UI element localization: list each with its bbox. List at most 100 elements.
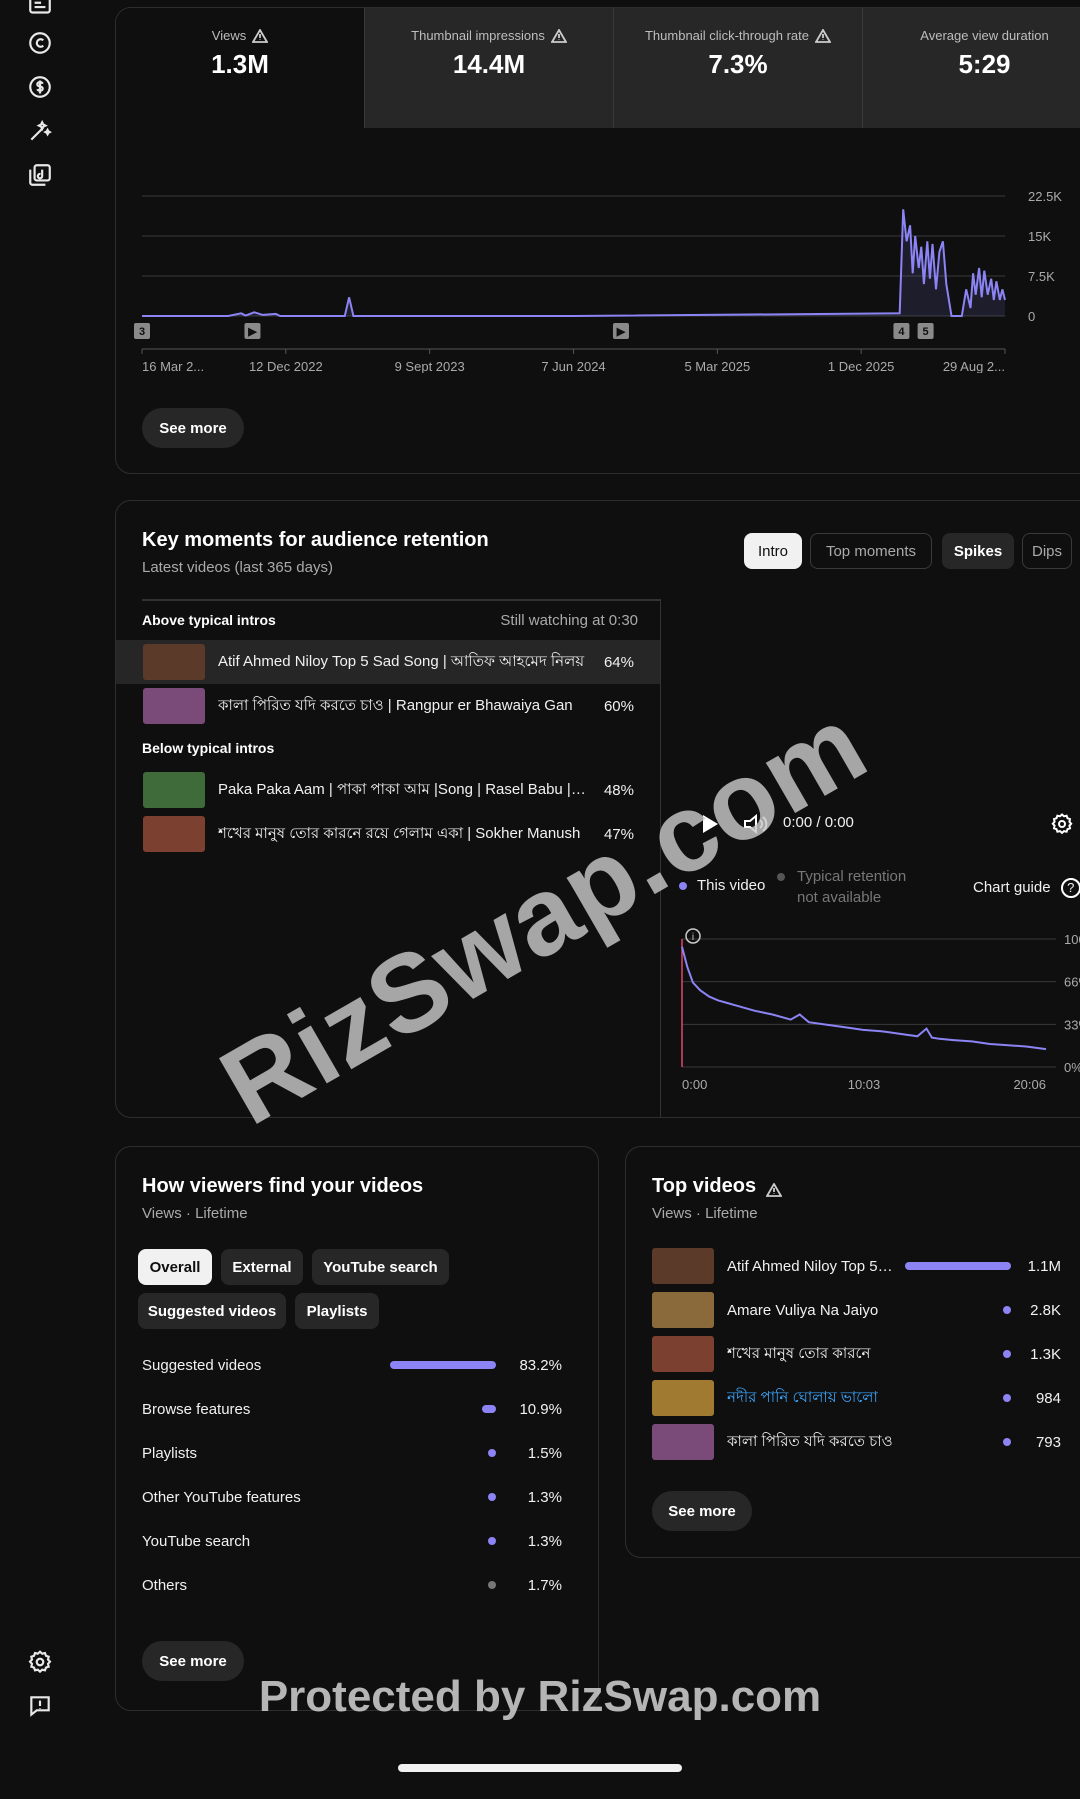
retention-row[interactable]: Atif Ahmed Niloy Top 5 Sad Song | আতিফ আ… (116, 640, 660, 684)
video-bar-track (893, 1350, 1011, 1358)
chip-dips[interactable]: Dips (1022, 533, 1072, 569)
audio-library-icon[interactable] (26, 161, 54, 189)
metric-label: Thumbnail click-through rate (644, 28, 810, 43)
warning-icon (814, 27, 832, 43)
timeline-marker-label: ▶ (247, 326, 257, 338)
left-navigation-rail (0, 0, 80, 1799)
metric-label: Thumbnail impressions (411, 28, 545, 43)
copyright-icon[interactable] (26, 29, 54, 57)
traffic-sources-card: How viewers find your videos Views · Lif… (115, 1146, 599, 1711)
feedback-icon[interactable] (26, 1692, 54, 1720)
video-title: কালা পিরিত যদি করতে চাও (727, 1432, 893, 1450)
legend-this-video: This video (679, 877, 765, 894)
video-thumbnail (652, 1380, 714, 1416)
chip-youtube-search[interactable]: YouTube search (312, 1249, 449, 1285)
legend-dot (777, 873, 785, 881)
chip-suggested-videos[interactable]: Suggested videos (138, 1293, 286, 1329)
legend-dot (679, 882, 687, 891)
legend-label: Typical retention not available (797, 868, 907, 906)
metric-value: 7.3% (708, 49, 768, 79)
video-views-bar (1003, 1350, 1011, 1358)
traffic-source-row[interactable]: Others 1.7% (142, 1570, 562, 1600)
video-thumbnail (143, 816, 205, 852)
x-tick-label: 0:00 (682, 1077, 707, 1092)
customization-icon[interactable] (26, 117, 54, 145)
see-more-button[interactable]: See more (142, 408, 244, 448)
player-settings-icon[interactable] (1050, 812, 1074, 836)
top-video-row[interactable]: কালা পিরিত যদি করতে চাও 793 (652, 1422, 1080, 1462)
metric-tab-views[interactable]: Views 1.3M (116, 8, 365, 128)
play-icon[interactable] (700, 813, 720, 835)
traffic-source-value: 1.3% (527, 1532, 562, 1550)
traffic-source-value: 1.5% (527, 1444, 562, 1462)
settings-icon[interactable] (26, 1648, 54, 1676)
video-views-bar (1003, 1394, 1011, 1402)
retention-pct: 48% (603, 781, 634, 799)
y-tick-label: 100% (1064, 932, 1080, 947)
video-bar-track (893, 1438, 1011, 1446)
traffic-source-row[interactable]: YouTube search 1.3% (142, 1526, 562, 1556)
home-indicator (398, 1764, 682, 1772)
video-views-value: 1.1M (1027, 1257, 1061, 1275)
metric-value: 1.3M (211, 49, 269, 79)
traffic-source-label: Playlists (142, 1444, 198, 1462)
metric-value: 5:29 (958, 49, 1011, 79)
earn-icon[interactable] (26, 73, 54, 101)
volume-icon[interactable] (742, 812, 768, 836)
retention-row[interactable]: কালা পিরিত যদি করতে চাও | Rangpur er Bha… (116, 684, 660, 728)
overview-card: Views 1.3M Thumbnail impressions 14.4M T… (115, 7, 1080, 474)
chip-top-moments[interactable]: Top moments (810, 533, 932, 569)
content-icon[interactable] (26, 0, 54, 20)
x-tick-label: 10:03 (848, 1077, 881, 1092)
timeline-marker-label: 5 (923, 326, 929, 338)
metric-tab-avg-duration[interactable]: Average view duration 5:29 (863, 8, 1080, 128)
y-tick-label: 22.5K (1028, 189, 1062, 204)
y-tick-label: 7.5K (1028, 269, 1055, 284)
traffic-source-value: 1.7% (527, 1576, 562, 1594)
top-video-row[interactable]: Atif Ahmed Niloy Top 5 Sad Song 1.1M (652, 1246, 1080, 1286)
top-video-row[interactable]: Amare Vuliya Na Jaiyo 2.8K (652, 1290, 1080, 1330)
x-tick-label: 29 Aug 2... (943, 359, 1005, 373)
retention-row[interactable]: Paka Paka Aam | পাকা পাকা আম |Song | Ras… (116, 768, 660, 812)
video-title: Atif Ahmed Niloy Top 5 Sad Song | আতিফ আ… (218, 652, 585, 670)
video-thumbnail (143, 772, 205, 808)
traffic-source-bar (488, 1581, 496, 1589)
views-line (142, 209, 1006, 317)
retention-row[interactable]: শখের মানুষ তোর কারনে রয়ে গেলাম একা | So… (116, 812, 660, 856)
metric-tab-ctr[interactable]: Thumbnail click-through rate 7.3% (614, 8, 863, 128)
traffic-source-value: 1.3% (527, 1488, 562, 1506)
video-title: নদীর পানি ঘোলায় ভালো (727, 1388, 878, 1406)
see-more-button[interactable]: See more (652, 1491, 752, 1531)
x-tick-label: 16 Mar 2... (142, 359, 204, 373)
traffic-source-row[interactable]: Suggested videos 83.2% (142, 1350, 562, 1380)
traffic-source-label: Others (142, 1576, 188, 1594)
chip-overall[interactable]: Overall (138, 1249, 212, 1285)
video-views-value: 1.3K (1030, 1345, 1061, 1363)
see-more-button[interactable]: See more (142, 1641, 244, 1681)
card-title: Top videos (652, 1175, 757, 1197)
timeline-marker-label: 4 (898, 326, 905, 338)
x-tick-label: 5 Mar 2025 (684, 359, 750, 373)
retention-card: Key moments for audience retention Lates… (115, 500, 1080, 1118)
traffic-source-row[interactable]: Other YouTube features 1.3% (142, 1482, 562, 1512)
metric-tab-impressions[interactable]: Thumbnail impressions 14.4M (365, 8, 614, 128)
traffic-source-row[interactable]: Browse features 10.9% (142, 1394, 562, 1424)
chip-intro[interactable]: Intro (744, 533, 802, 569)
traffic-source-row[interactable]: Playlists 1.5% (142, 1438, 562, 1468)
traffic-source-bar (482, 1405, 496, 1413)
video-thumbnail (652, 1336, 714, 1372)
top-video-row[interactable]: শখের মানুষ তোর কারনে 1.3K (652, 1334, 1080, 1374)
still-watching-label: Still watching at 0:30 (500, 612, 638, 629)
y-tick-label: 15K (1028, 229, 1051, 244)
video-thumbnail (652, 1424, 714, 1460)
video-title: শখের মানুষ তোর কারনে (727, 1344, 871, 1362)
chip-spikes[interactable]: Spikes (942, 533, 1014, 569)
chart-guide-link[interactable]: Chart guide ? (973, 878, 1080, 898)
video-views-bar (1003, 1438, 1011, 1446)
video-thumbnail (143, 644, 205, 680)
top-video-row[interactable]: নদীর পানি ঘোলায় ভালো 984 (652, 1378, 1080, 1418)
video-title: কালা পিরিত যদি করতে চাও | Rangpur er Bha… (218, 696, 573, 714)
chip-playlists[interactable]: Playlists (295, 1293, 379, 1329)
video-title: শখের মানুষ তোর কারনে রয়ে গেলাম একা | So… (218, 824, 581, 842)
chip-external[interactable]: External (221, 1249, 303, 1285)
